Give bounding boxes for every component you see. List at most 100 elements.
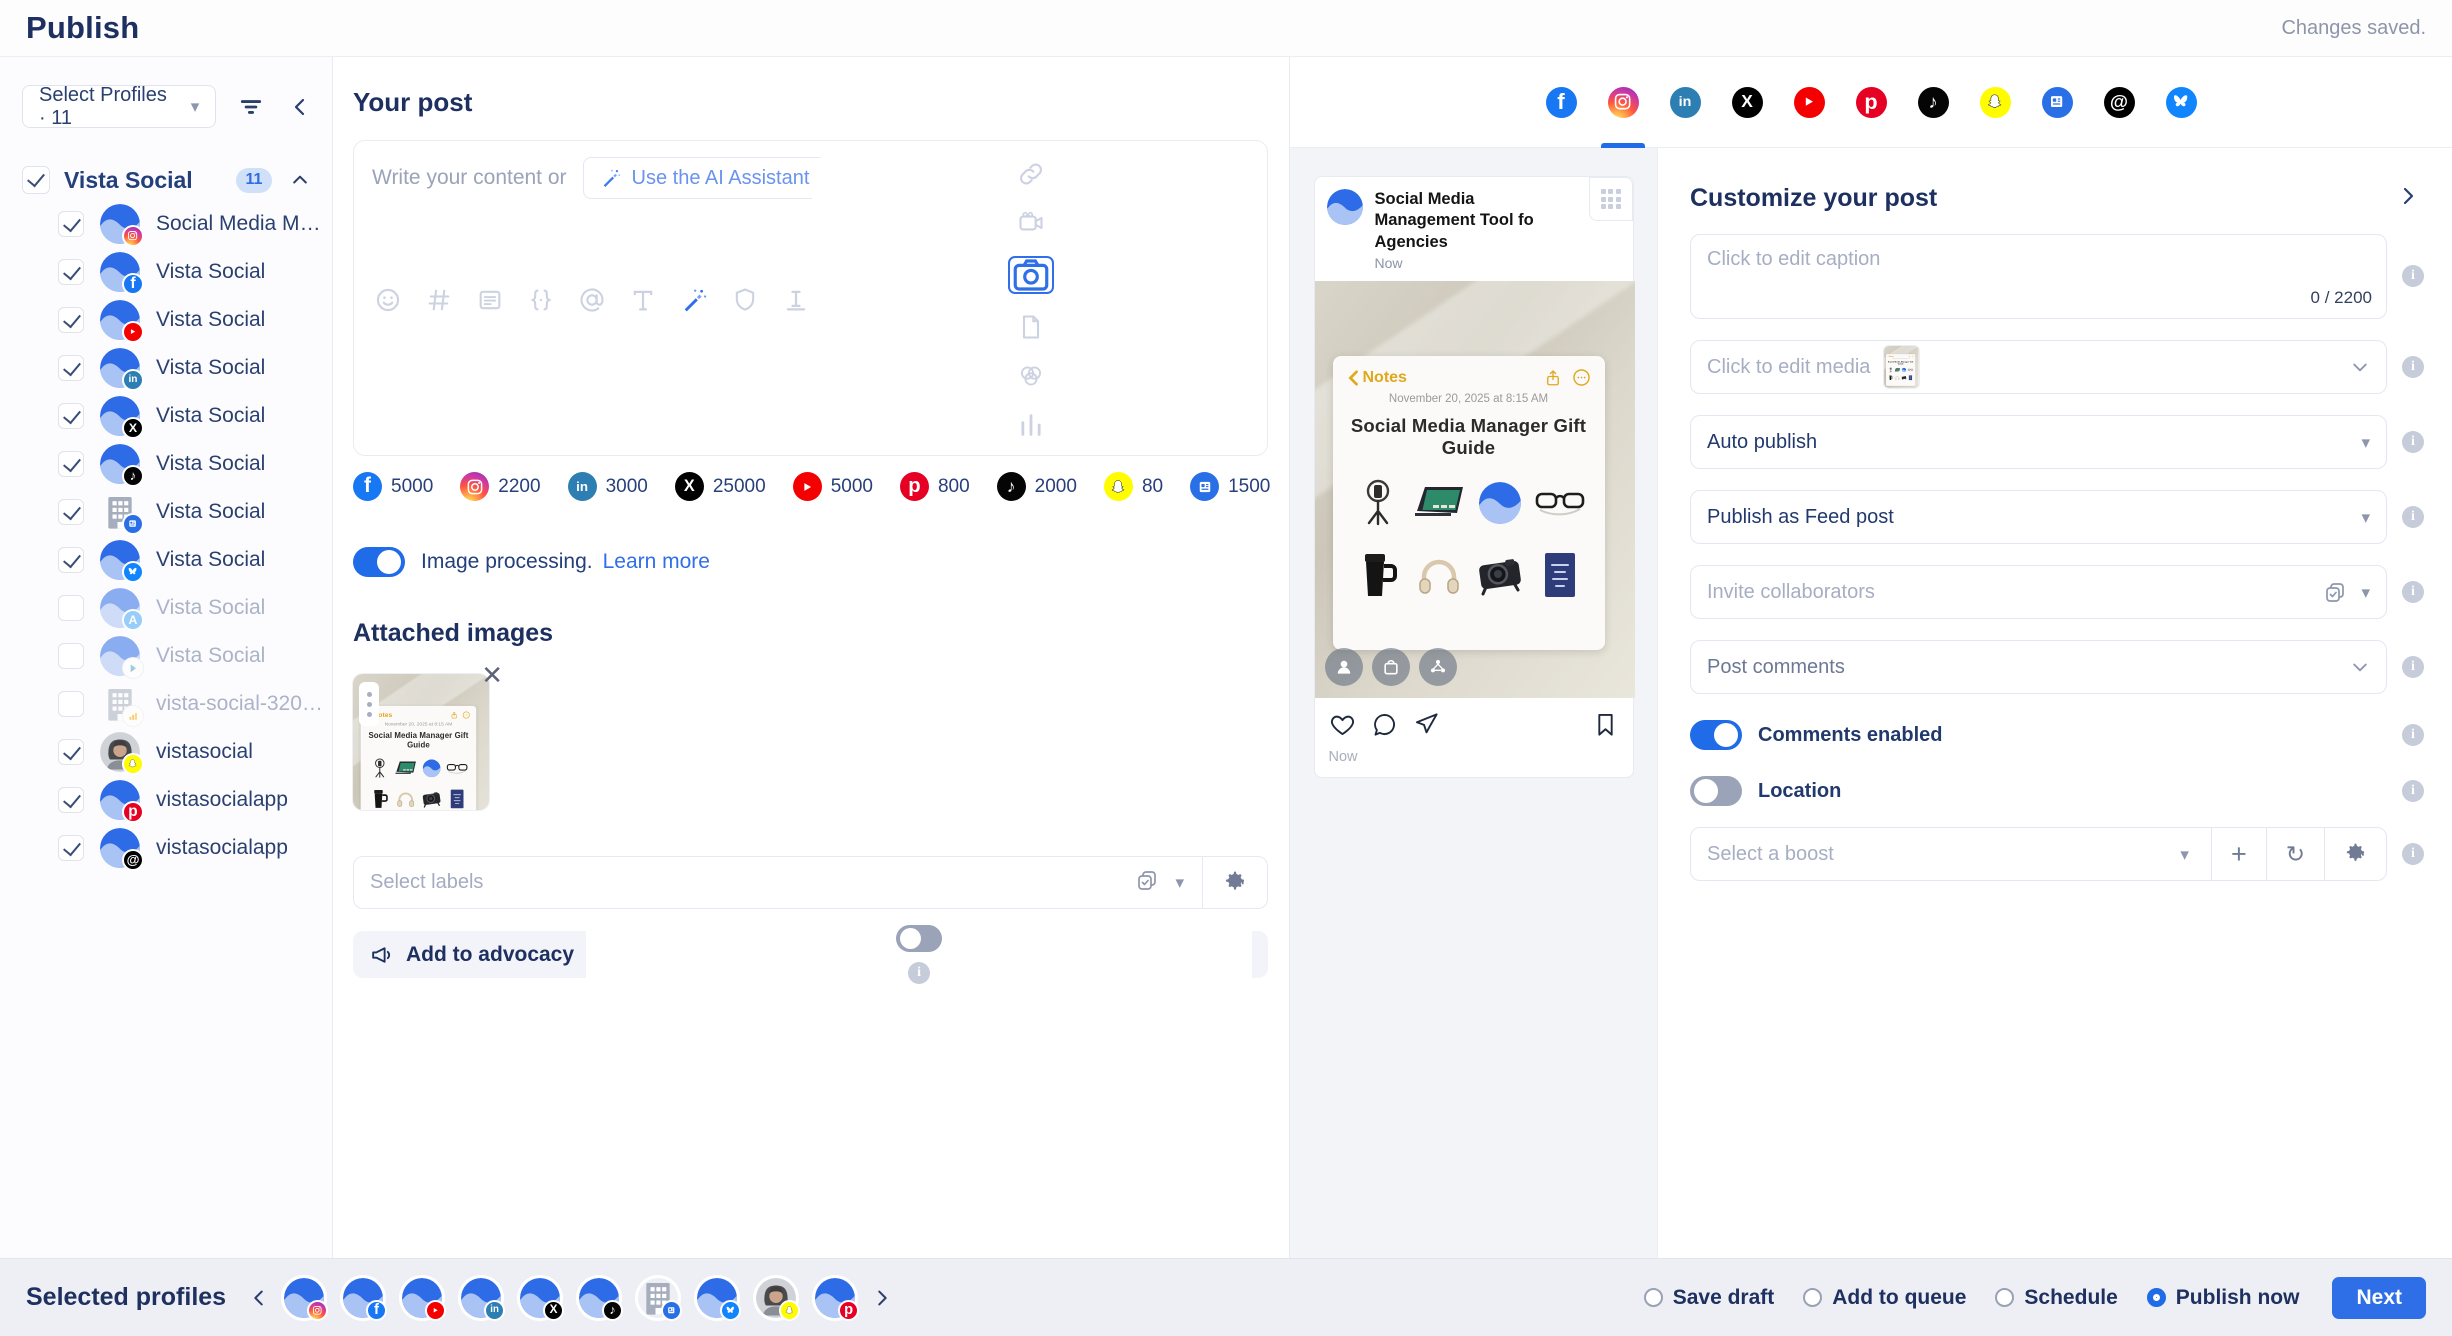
media-thumbnail[interactable]: Notes November 20, 2025 at 8:15 AM S: [1884, 346, 1919, 388]
tab-youtube[interactable]: [1794, 57, 1825, 148]
info-icon[interactable]: i: [2402, 356, 2424, 378]
grid-view-button[interactable]: [1589, 177, 1633, 221]
media-field[interactable]: Click to edit media Notes: [1690, 340, 2387, 394]
tab-instagram[interactable]: [1608, 57, 1639, 148]
profile-checkbox[interactable]: [58, 595, 84, 621]
filter-icon[interactable]: [236, 90, 265, 124]
info-icon[interactable]: i: [2402, 431, 2424, 453]
comments-enabled-toggle[interactable]: [1690, 720, 1742, 750]
auto-publish-select[interactable]: Auto publish ▾: [1690, 415, 2387, 469]
profile-row[interactable]: AVista Social: [0, 584, 332, 632]
option-schedule[interactable]: Schedule: [1995, 1286, 2117, 1310]
caret-down-icon[interactable]: ▾: [2180, 846, 2211, 863]
tab-threads[interactable]: @: [2104, 57, 2135, 148]
text-format-icon[interactable]: [627, 284, 659, 316]
profile-checkbox[interactable]: [58, 547, 84, 573]
labels-settings-button[interactable]: [1202, 857, 1267, 908]
file-icon[interactable]: [1015, 311, 1047, 343]
tab-x[interactable]: X: [1732, 57, 1763, 148]
select-profiles-dropdown[interactable]: Select Profiles · 11 ▾: [22, 85, 216, 128]
profile-checkbox[interactable]: [58, 499, 84, 525]
advocacy-toggle[interactable]: [896, 925, 942, 952]
profile-checkbox[interactable]: [58, 739, 84, 765]
profile-checkbox[interactable]: [58, 403, 84, 429]
info-icon[interactable]: i: [2402, 581, 2424, 603]
info-icon[interactable]: i: [2402, 506, 2424, 528]
tab-linkedin[interactable]: in: [1670, 57, 1701, 148]
selected-profile-pinterest[interactable]: p: [815, 1278, 855, 1318]
profile-checkbox[interactable]: [58, 451, 84, 477]
post-type-select[interactable]: Publish as Feed post ▾: [1690, 490, 2387, 544]
tab-gbp[interactable]: [2042, 57, 2073, 148]
collapse-sidebar-icon[interactable]: [285, 90, 314, 124]
ai-wand-icon[interactable]: [678, 284, 710, 316]
profile-row[interactable]: Vista Social: [0, 296, 332, 344]
selected-profile-x[interactable]: X: [520, 1278, 560, 1318]
option-save-draft[interactable]: Save draft: [1644, 1286, 1775, 1310]
attached-image[interactable]: Notes November 20, 2025 at 8:15 AM S: [353, 674, 489, 810]
radio-icon[interactable]: [2147, 1288, 2166, 1307]
tag-people-icon[interactable]: [1325, 648, 1363, 686]
profile-checkbox[interactable]: [58, 643, 84, 669]
emoji-icon[interactable]: [372, 284, 404, 316]
caption-field[interactable]: Click to edit caption 0 / 2200: [1690, 234, 2387, 319]
radio-icon[interactable]: [1803, 1288, 1822, 1307]
info-icon[interactable]: i: [2402, 265, 2424, 287]
refresh-boosts-button[interactable]: ↻: [2266, 828, 2324, 880]
mention-icon[interactable]: [576, 284, 608, 316]
profile-row[interactable]: XVista Social: [0, 392, 332, 440]
invite-collaborators-field[interactable]: Invite collaborators ▾: [1690, 565, 2387, 619]
info-icon[interactable]: i: [908, 962, 930, 984]
profile-row[interactable]: fVista Social: [0, 248, 332, 296]
group-checkbox[interactable]: [22, 166, 50, 194]
selected-profile-instagram[interactable]: [284, 1278, 324, 1318]
analytics-chart-icon[interactable]: [1015, 409, 1047, 441]
selected-profile-tiktok[interactable]: ♪: [579, 1278, 619, 1318]
radio-icon[interactable]: [1995, 1288, 2014, 1307]
tab-bluesky[interactable]: [2166, 57, 2197, 148]
info-icon[interactable]: i: [2402, 780, 2424, 802]
selected-profile-bluesky[interactable]: [697, 1278, 737, 1318]
chevron-right-icon[interactable]: [2396, 184, 2424, 213]
boost-settings-button[interactable]: [2324, 828, 2386, 880]
tab-snapchat[interactable]: [1980, 57, 2011, 148]
profile-row[interactable]: vista-social-320412: [0, 680, 332, 728]
info-icon[interactable]: i: [2402, 724, 2424, 746]
radio-icon[interactable]: [1644, 1288, 1663, 1307]
snippets-icon[interactable]: [474, 284, 506, 316]
profile-row[interactable]: inVista Social: [0, 344, 332, 392]
profile-row[interactable]: vistasocial: [0, 728, 332, 776]
profile-row[interactable]: pvistasocialapp: [0, 776, 332, 824]
profile-checkbox[interactable]: [58, 307, 84, 333]
share-post-icon[interactable]: [1413, 711, 1440, 738]
chevron-up-icon[interactable]: [286, 166, 314, 194]
collaboration-icon[interactable]: [1419, 648, 1457, 686]
add-boost-button[interactable]: +: [2211, 828, 2266, 880]
selected-profile-gbp[interactable]: [638, 1278, 678, 1318]
profile-row[interactable]: Vista Social: [0, 536, 332, 584]
option-add-to-queue[interactable]: Add to queue: [1803, 1286, 1966, 1310]
profile-checkbox[interactable]: [58, 835, 84, 861]
copy-labels-icon[interactable]: [1135, 868, 1159, 897]
photo-upload-button[interactable]: [1008, 256, 1054, 294]
learn-more-link[interactable]: Learn more: [603, 550, 710, 574]
signature-icon[interactable]: [780, 284, 812, 316]
profile-checkbox[interactable]: [58, 787, 84, 813]
scroll-left-icon[interactable]: [248, 1287, 270, 1309]
profile-row[interactable]: Vista Social: [0, 488, 332, 536]
selected-profile-youtube[interactable]: [402, 1278, 442, 1318]
selected-profile-facebook[interactable]: f: [343, 1278, 383, 1318]
image-processing-toggle[interactable]: [353, 547, 405, 577]
drag-handle-icon[interactable]: [359, 682, 379, 726]
media-library-icon[interactable]: [1015, 360, 1047, 392]
profile-group-header[interactable]: Vista Social 11: [0, 166, 332, 194]
comment-icon[interactable]: [1371, 711, 1398, 738]
bookmark-icon[interactable]: [1592, 711, 1619, 738]
tab-tiktok[interactable]: ♪: [1918, 57, 1949, 148]
post-comments-field[interactable]: Post comments: [1690, 640, 2387, 694]
scroll-right-icon[interactable]: [871, 1287, 893, 1309]
like-icon[interactable]: [1329, 711, 1356, 738]
location-toggle[interactable]: [1690, 776, 1742, 806]
variables-icon[interactable]: [525, 284, 557, 316]
profile-row[interactable]: @vistasocialapp: [0, 824, 332, 872]
